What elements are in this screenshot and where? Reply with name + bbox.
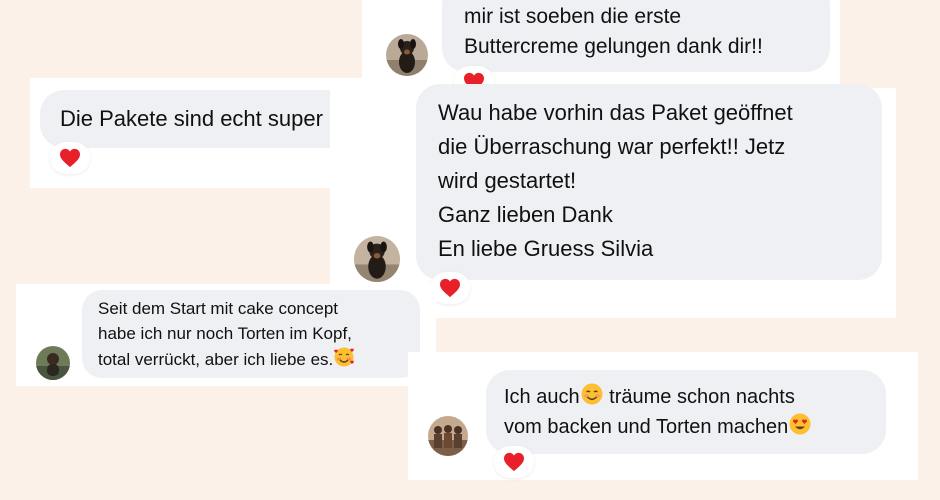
message-line: total verrückt, aber ich liebe es.	[98, 346, 404, 372]
message-line: Wau habe vorhin das Paket geöffnet	[438, 100, 793, 125]
smiling-face-with-hearts-emoji	[334, 347, 355, 367]
message-bubble[interactable]: mir ist soeben die erste Buttercreme gel…	[442, 0, 830, 72]
message-line: vom backen und Torten machen	[504, 412, 868, 442]
heart-icon	[440, 278, 460, 298]
message-line: wird gestartet!	[438, 168, 577, 193]
avatar-person[interactable]	[36, 346, 70, 380]
heart-reaction[interactable]	[50, 142, 90, 174]
avatar-dog[interactable]	[386, 34, 428, 76]
message-line: Ich auch träume schon nachts	[504, 382, 868, 412]
avatar-dog[interactable]	[354, 236, 400, 282]
message-line: En liebe Gruess Silvia	[438, 236, 654, 261]
group-avatar-image	[428, 416, 468, 456]
heart-eyes-emoji	[789, 413, 811, 435]
message-text: vom backen und Torten machen	[504, 416, 789, 438]
message-text: träume schon nachts	[603, 386, 795, 408]
message-line: Buttercreme gelungen dank dir!!	[464, 35, 763, 58]
heart-icon	[60, 148, 80, 168]
dog-avatar-image	[386, 34, 428, 76]
message-bubble[interactable]: Ich auch träume schon nachts vom backen …	[486, 370, 886, 454]
heart-reaction[interactable]	[494, 446, 534, 478]
heart-icon	[504, 452, 524, 472]
smiling-face-emoji	[581, 383, 603, 405]
message-line: habe ich nur noch Torten im Kopf,	[98, 324, 352, 343]
message-bubble[interactable]: Wau habe vorhin das Paket geöffnet die Ü…	[416, 84, 882, 280]
message-line: die Überraschung war perfekt!! Jetz	[438, 134, 786, 159]
message-bubble[interactable]: Seit dem Start mit cake concept habe ich…	[82, 290, 420, 378]
message-line: Die Pakete sind echt super	[60, 106, 323, 131]
message-line: Ganz lieben Dank	[438, 202, 613, 227]
person-avatar-image	[36, 346, 70, 380]
message-text: Ich auch	[504, 386, 580, 408]
message-card-5: Ich auch träume schon nachts vom backen …	[408, 352, 918, 480]
heart-reaction[interactable]	[430, 272, 470, 304]
message-card-4: Seit dem Start mit cake concept habe ich…	[16, 284, 436, 386]
dog-avatar-image	[354, 236, 400, 282]
message-line: mir ist soeben die erste	[464, 5, 682, 28]
message-line: Seit dem Start mit cake concept	[98, 299, 338, 318]
avatar-group[interactable]	[428, 416, 468, 456]
message-text: total verrückt, aber ich liebe es.	[98, 350, 334, 369]
